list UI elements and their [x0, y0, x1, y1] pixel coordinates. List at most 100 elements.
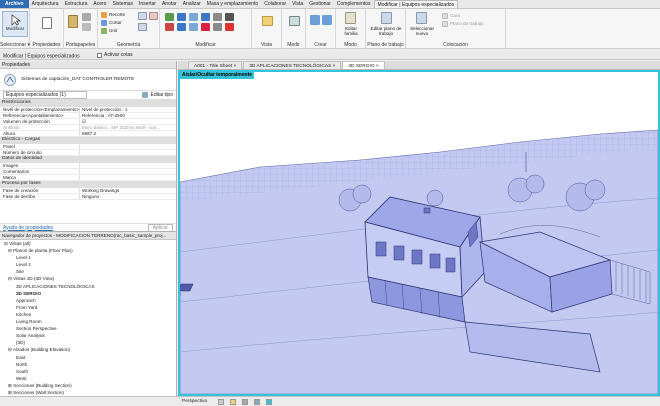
- type-selector[interactable]: Sistemas de captación_DAT CONTROLER REMO…: [0, 69, 176, 91]
- offset-icon[interactable]: [165, 23, 174, 31]
- property-value[interactable]: Muro básico : SIP 202mm Wall - con...: [80, 125, 176, 130]
- browser-item[interactable]: South: [0, 368, 176, 375]
- sun-path-icon[interactable]: [230, 399, 236, 405]
- property-value[interactable]: 5987.2: [80, 131, 176, 136]
- wall-join-icon[interactable]: [138, 12, 147, 20]
- browser-item[interactable]: ⊟ Vistas (all): [0, 240, 176, 247]
- browser-item[interactable]: West: [0, 375, 176, 382]
- crop-view-icon[interactable]: [254, 399, 260, 405]
- edit-workplane-button[interactable]: Editar plano de trabajo: [368, 26, 404, 36]
- property-value[interactable]: [80, 163, 176, 168]
- hide-icon[interactable]: [262, 16, 273, 26]
- browser-item[interactable]: Approach: [0, 297, 176, 304]
- property-value[interactable]: Nivel de protección : 1: [80, 107, 176, 112]
- ribbon-tab-3[interactable]: Acero: [90, 0, 109, 8]
- array-icon[interactable]: [213, 13, 222, 21]
- browser-item[interactable]: ⊞ Secciones (Building Section): [0, 382, 176, 389]
- browser-item[interactable]: Level 2: [0, 261, 176, 268]
- select-new-host-icon[interactable]: [416, 12, 427, 24]
- copy-element-icon[interactable]: [189, 13, 198, 21]
- split-face-icon[interactable]: [149, 12, 158, 20]
- view-tab[interactable]: 3D APLICACIONES TECNOLÓGICAS ×: [243, 61, 342, 69]
- cut-icon[interactable]: [82, 13, 91, 21]
- ribbon-tab-11[interactable]: Gestionar: [306, 0, 334, 8]
- browser-item[interactable]: From Yard: [0, 304, 176, 311]
- pin-icon[interactable]: [225, 13, 234, 21]
- property-value[interactable]: Ninguno: [80, 194, 176, 199]
- browser-item[interactable]: East: [0, 354, 176, 361]
- browser-item[interactable]: Section Perspective: [0, 325, 176, 332]
- property-value[interactable]: ☑: [80, 119, 176, 124]
- ribbon-tab-2[interactable]: Estructura: [62, 0, 91, 8]
- browser-item[interactable]: 3D APLICACIONES TECNOLÓGICAS: [0, 283, 176, 290]
- measure-icon[interactable]: [289, 16, 300, 26]
- modify-button[interactable]: Modificar: [2, 11, 28, 37]
- paste-icon[interactable]: [68, 15, 78, 28]
- workplane-icon[interactable]: [381, 12, 392, 24]
- instance-filter-dropdown[interactable]: Equipos especializados (1): [3, 91, 87, 99]
- property-value[interactable]: [80, 144, 176, 149]
- property-value[interactable]: [80, 150, 176, 155]
- browser-item[interactable]: 3D SERGIO: [0, 290, 176, 297]
- create-group-icon[interactable]: [310, 15, 320, 25]
- ribbon-tab-1[interactable]: Arquitectura: [29, 0, 62, 8]
- select-label[interactable]: Seleccionar ▾: [0, 42, 30, 48]
- property-value[interactable]: [80, 169, 176, 174]
- rotate-icon[interactable]: [177, 23, 186, 31]
- ribbon-tab-5[interactable]: Insertar: [136, 0, 159, 8]
- move-icon[interactable]: [177, 13, 186, 21]
- visual-style-icon[interactable]: [218, 399, 224, 405]
- unir-button[interactable]: Unir: [101, 28, 117, 34]
- view-tab[interactable]: A001 - Title Sheet ×: [188, 61, 243, 69]
- ribbon-tab-archivo[interactable]: Archivo: [0, 0, 29, 8]
- property-value[interactable]: Referencia : AT-2500: [80, 113, 176, 118]
- align-icon[interactable]: [165, 13, 174, 21]
- edit-type-button[interactable]: Editar tipo: [142, 92, 173, 98]
- ribbon-tab-12[interactable]: Complementos: [334, 0, 374, 8]
- browser-item[interactable]: ⊞ Secciones (Wall Section): [0, 389, 176, 396]
- view-tab[interactable]: 3D SERGIO ×: [342, 61, 385, 69]
- host-face-option[interactable]: Cara: [442, 13, 460, 19]
- ribbon-tab-10[interactable]: Vista: [289, 0, 306, 8]
- cortar-button[interactable]: Cortar: [101, 20, 122, 26]
- ribbon-tab-8[interactable]: Masa y emplazamiento: [204, 0, 261, 8]
- edit-family-icon[interactable]: [345, 12, 356, 24]
- edit-family-button[interactable]: Editar familia: [339, 26, 363, 36]
- create-similar-icon[interactable]: [322, 15, 332, 25]
- delete-icon[interactable]: [225, 23, 234, 31]
- 3d-view-canvas[interactable]: Aislar/Ocultar temporalmente: [178, 70, 660, 396]
- properties-help-link[interactable]: Ayuda de propiedades: [3, 225, 53, 231]
- ribbon-tab-7[interactable]: Analizar: [180, 0, 204, 8]
- scale-icon[interactable]: [213, 23, 222, 31]
- copy-icon[interactable]: [82, 23, 91, 31]
- split-icon[interactable]: [201, 23, 210, 31]
- browser-item[interactable]: Solar Analysis: [0, 332, 176, 339]
- browser-item[interactable]: Site: [0, 268, 176, 275]
- ribbon-tab-6[interactable]: Anotar: [159, 0, 180, 8]
- properties-icon[interactable]: [42, 17, 52, 29]
- paint-icon[interactable]: [138, 23, 147, 31]
- browser-item[interactable]: Level 1: [0, 254, 176, 261]
- browser-item[interactable]: Kitchen: [0, 311, 176, 318]
- browser-item[interactable]: Living Room: [0, 318, 176, 325]
- browser-item[interactable]: ⊟ Planos de planta (Floor Plan): [0, 247, 176, 254]
- ribbon-tab-9[interactable]: Colaborar: [261, 0, 289, 8]
- shadows-icon[interactable]: [242, 399, 248, 405]
- select-new-button[interactable]: Seleccionar nuevo: [407, 26, 437, 36]
- mirror-icon[interactable]: [189, 23, 198, 31]
- ribbon-tab-13[interactable]: Modificar | Equipos especializados: [373, 0, 459, 8]
- browser-item[interactable]: ⊟ Alzados (Building Elevation): [0, 346, 176, 353]
- trim-icon[interactable]: [201, 13, 210, 21]
- browser-item[interactable]: {3D}: [0, 339, 176, 346]
- temporary-hide-icon[interactable]: [266, 399, 272, 405]
- host-workplane-option[interactable]: Plano de trabajo: [442, 21, 483, 27]
- browser-item[interactable]: North: [0, 361, 176, 368]
- property-value[interactable]: Working Drawings: [80, 188, 176, 193]
- ribbon-tab-4[interactable]: Sistemas: [109, 0, 136, 8]
- browser-item[interactable]: ⊟ Vistas 3D (3D View): [0, 275, 176, 282]
- recortar-button[interactable]: Recorte: [101, 12, 125, 18]
- activate-dimensions-checkbox[interactable]: Activar cotas: [97, 50, 133, 60]
- property-value[interactable]: [80, 175, 176, 180]
- building-model-render[interactable]: [180, 72, 658, 394]
- property-row[interactable]: Fase de derribo Ninguno: [0, 194, 176, 201]
